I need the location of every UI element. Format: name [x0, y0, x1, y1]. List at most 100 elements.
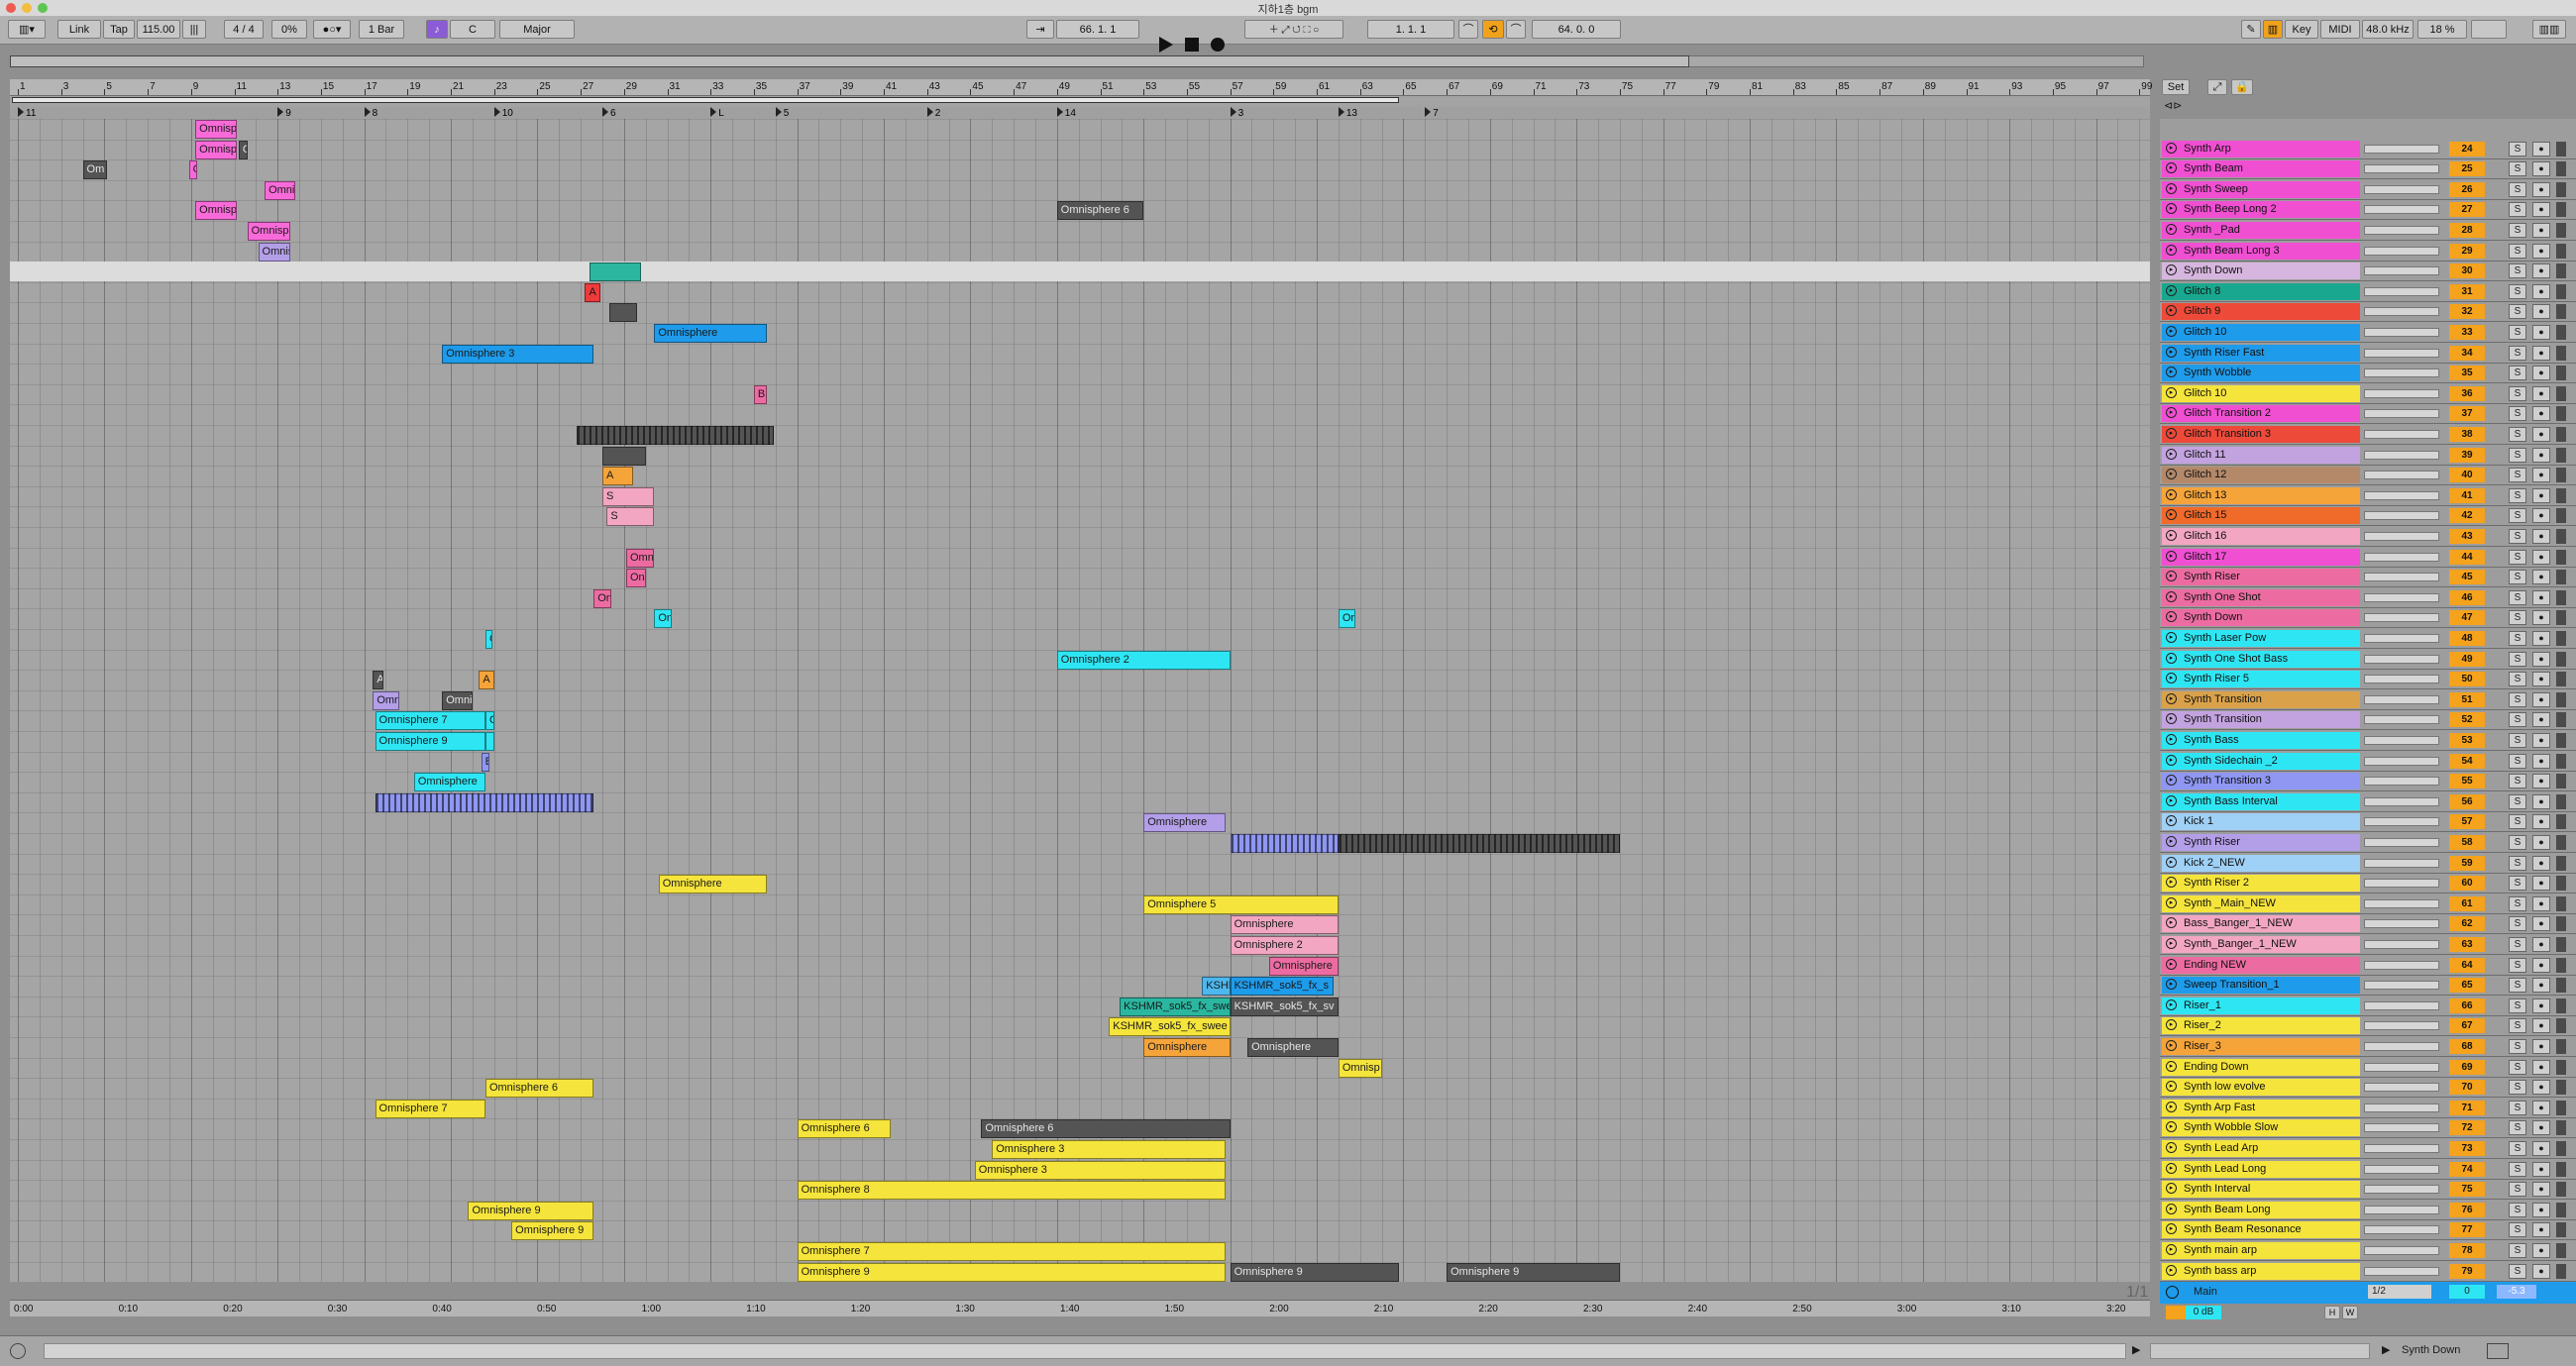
solo-button[interactable]: S	[2509, 651, 2526, 667]
track-header[interactable]: ▸ Glitch 11 39 S ●	[2160, 446, 2576, 466]
track-activator-icon[interactable]: ▸	[2166, 713, 2177, 725]
track-volume-slider[interactable]	[2364, 1103, 2439, 1112]
main-db-field[interactable]: 0 dB	[2186, 1306, 2221, 1319]
track-name[interactable]: ▸ Riser_1	[2162, 997, 2360, 1014]
track-volume-slider[interactable]	[2364, 552, 2439, 562]
scale-select[interactable]: Major	[499, 20, 575, 39]
track-activator-icon[interactable]: ▸	[2166, 407, 2177, 419]
solo-button[interactable]: S	[2509, 283, 2526, 299]
track-number[interactable]: 71	[2449, 1100, 2485, 1115]
track-volume-slider[interactable]	[2364, 898, 2439, 908]
play-icon[interactable]	[1159, 37, 1173, 53]
track-number[interactable]: 79	[2449, 1263, 2485, 1279]
track-activator-icon[interactable]: ▸	[2166, 673, 2177, 684]
clip[interactable]: Omnisphere	[1143, 1038, 1231, 1057]
punch-in-icon[interactable]: ⌒	[1458, 20, 1478, 39]
clip[interactable]: Omnisphere 3	[974, 1160, 1227, 1180]
metronome-icon[interactable]: |||	[182, 20, 206, 39]
track-volume-slider[interactable]	[2364, 1123, 2439, 1133]
clip[interactable]	[1338, 834, 1620, 853]
track-number[interactable]: 32	[2449, 304, 2485, 320]
track-name[interactable]: ▸ Synth Sweep	[2162, 180, 2360, 198]
clip[interactable]: Omnisphere	[654, 324, 767, 343]
solo-button[interactable]: S	[2509, 835, 2526, 850]
arm-record-icon[interactable]: ●	[2532, 672, 2550, 687]
solo-button[interactable]: S	[2509, 876, 2526, 892]
track-activator-icon[interactable]: ▸	[2166, 836, 2177, 847]
arm-record-icon[interactable]: ●	[2532, 651, 2550, 667]
track-number[interactable]: 60	[2449, 876, 2485, 892]
track-number[interactable]: 25	[2449, 161, 2485, 177]
track-volume-slider[interactable]	[2364, 777, 2439, 787]
clip[interactable]: Om	[82, 160, 107, 180]
arm-record-icon[interactable]: ●	[2532, 1018, 2550, 1034]
tempo-field[interactable]: 115.00	[137, 20, 180, 39]
clip[interactable]: Omnisphere 9	[511, 1221, 594, 1241]
loop-toggle-icon[interactable]: ⟲	[1482, 20, 1504, 39]
track-volume-slider[interactable]	[2364, 715, 2439, 725]
track-header[interactable]: ▸ Synth Riser 45 S ●	[2160, 568, 2576, 588]
track-number[interactable]: 41	[2449, 487, 2485, 503]
track-header[interactable]: ▸ Synth Riser 58 S ●	[2160, 833, 2576, 853]
track-name[interactable]: ▸ Riser_2	[2162, 1017, 2360, 1035]
track-activator-icon[interactable]: ▸	[2166, 938, 2177, 949]
track-header[interactable]: ▸ Synth Transition 52 S ●	[2160, 710, 2576, 731]
track-name[interactable]: ▸ Synth Transition 3	[2162, 773, 2360, 790]
arm-record-icon[interactable]: ●	[2532, 243, 2550, 259]
arm-record-icon[interactable]: ●	[2532, 283, 2550, 299]
track-header[interactable]: ▸ Synth Wobble 35 S ●	[2160, 364, 2576, 384]
arm-record-icon[interactable]: ●	[2532, 529, 2550, 544]
clip[interactable]: Omnisphere 8	[797, 1181, 1227, 1201]
clip[interactable]: Omnisphere	[1230, 915, 1339, 935]
clip[interactable]: O	[484, 630, 492, 649]
play-clip-icon[interactable]: ▶	[2382, 1343, 2396, 1357]
track-volume-slider[interactable]	[2364, 879, 2439, 889]
arm-record-icon[interactable]: ●	[2532, 487, 2550, 503]
punch-out-icon[interactable]: ⌒	[1506, 20, 1526, 39]
clip[interactable]: On	[593, 588, 611, 608]
solo-button[interactable]: S	[2509, 325, 2526, 340]
track-name[interactable]: ▸ Bass_Banger_1_NEW	[2162, 915, 2360, 933]
track-header[interactable]: ▸ Synth Bass Interval 56 S ●	[2160, 792, 2576, 812]
locator-marker[interactable]: 11	[18, 107, 36, 119]
track-number[interactable]: 58	[2449, 835, 2485, 850]
arm-record-icon[interactable]: ●	[2532, 570, 2550, 585]
track-volume-slider[interactable]	[2364, 144, 2439, 154]
solo-button[interactable]: S	[2509, 1222, 2526, 1238]
track-volume-slider[interactable]	[2364, 246, 2439, 256]
track-activator-icon[interactable]: ▸	[2166, 326, 2177, 337]
clip[interactable]: Omnisphere 3	[442, 344, 594, 364]
solo-button[interactable]: S	[2509, 610, 2526, 626]
solo-button[interactable]: S	[2509, 814, 2526, 830]
track-header[interactable]: ▸ Synth_Banger_1_NEW 63 S ●	[2160, 935, 2576, 955]
track-activator-icon[interactable]: ▸	[2166, 734, 2177, 745]
track-activator-icon[interactable]: ▸	[2166, 958, 2177, 970]
midi-map-button[interactable]: MIDI	[2320, 20, 2360, 39]
clip[interactable]	[576, 426, 774, 445]
track-header[interactable]: ▸ Synth _Pad 28 S ●	[2160, 221, 2576, 241]
track-activator-icon[interactable]: ▸	[2166, 162, 2177, 174]
track-activator-icon[interactable]: ▸	[2166, 590, 2177, 602]
solo-button[interactable]: S	[2509, 937, 2526, 952]
solo-button[interactable]: S	[2509, 1080, 2526, 1096]
clip[interactable]: S	[601, 486, 655, 506]
track-name[interactable]: ▸ Synth Beam Resonance	[2162, 1221, 2360, 1239]
lock-icon[interactable]: 🔒	[2231, 79, 2253, 95]
solo-button[interactable]: S	[2509, 447, 2526, 463]
track-number[interactable]: 24	[2449, 141, 2485, 157]
track-volume-slider[interactable]	[2364, 286, 2439, 296]
clip[interactable]: Omnisphere 2	[1056, 650, 1231, 670]
track-volume-slider[interactable]	[2364, 388, 2439, 398]
track-name[interactable]: ▸ Synth One Shot	[2162, 588, 2360, 606]
track-volume-slider[interactable]	[2364, 471, 2439, 480]
track-volume-slider[interactable]	[2364, 592, 2439, 602]
track-name[interactable]: ▸ Glitch Transition 3	[2162, 426, 2360, 443]
track-volume-slider[interactable]	[2364, 368, 2439, 378]
solo-button[interactable]: S	[2509, 427, 2526, 442]
track-header[interactable]: ▸ Synth One Shot Bass 49 S ●	[2160, 650, 2576, 670]
track-number[interactable]: 61	[2449, 895, 2485, 911]
track-name[interactable]: ▸ Synth Arp	[2162, 140, 2360, 158]
solo-button[interactable]: S	[2509, 712, 2526, 728]
clip[interactable]: Omnisphere 9	[797, 1262, 1227, 1282]
loop-brace[interactable]	[12, 97, 1399, 103]
